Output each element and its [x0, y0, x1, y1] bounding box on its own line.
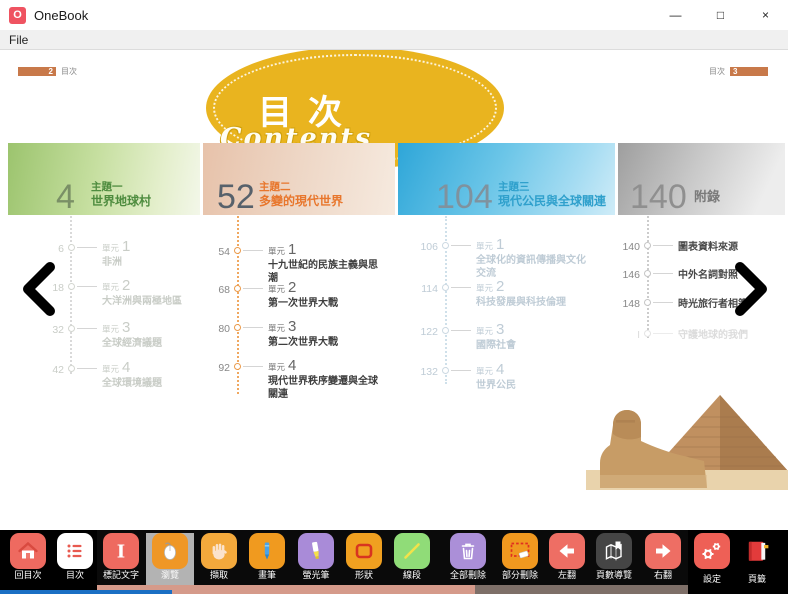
book-icon: [739, 533, 775, 569]
section-banner-appendix[interactable]: 140 附錄: [618, 143, 785, 215]
toc-entry[interactable]: 140圖表資料來源: [610, 238, 788, 254]
tool-page-nav[interactable]: 頁數導覽: [590, 533, 638, 581]
tool-page-tabs[interactable]: 頁籤: [733, 533, 781, 585]
partial-erase-icon: [502, 533, 538, 569]
bullet-circle-icon: [68, 244, 75, 251]
bullet-circle-icon: [442, 284, 449, 291]
tool-mark-text[interactable]: I 標記文字: [97, 533, 145, 581]
tool-line[interactable]: 線段: [388, 533, 436, 581]
section-page-number: 4: [56, 180, 75, 214]
toc-entry[interactable]: 18單元2大洋洲與兩極地區: [40, 279, 214, 308]
tool-clear-partial[interactable]: 部分刪除: [496, 533, 544, 581]
toc-entry[interactable]: 122單元3國際社會: [408, 323, 592, 352]
text-cursor-icon: I: [103, 533, 139, 569]
toc-entry[interactable]: I守護地球的我們: [610, 326, 788, 342]
toc-entry[interactable]: 80單元3第二次世界大戰: [206, 320, 380, 349]
section-title: 多變的現代世界: [259, 194, 343, 210]
tool-flip-left[interactable]: 左翻: [543, 533, 591, 581]
tool-shape[interactable]: 形狀: [340, 533, 388, 581]
bottom-toolbar: 回目次 目次 I 標記文字 瀏覽 擷取 畫筆 螢光筆 形狀: [0, 530, 788, 594]
bullet-circle-icon: [68, 283, 75, 290]
next-page-button[interactable]: [734, 262, 770, 316]
bullet-circle-icon: [442, 367, 449, 374]
sphinx-pyramid-image: [586, 385, 788, 490]
bullet-circle-icon: [644, 270, 651, 277]
section-banner-theme3[interactable]: 104 主題三現代公民與全球關連: [398, 143, 615, 215]
toc-entry[interactable]: 68單元2第一次世界大戰: [206, 281, 380, 310]
bullet-circle-icon: [644, 242, 651, 249]
toc-entry[interactable]: 92單元4現代世界秩序變遷與全球關連: [206, 359, 380, 401]
window-title: OneBook: [34, 8, 88, 23]
tool-pen[interactable]: 畫筆: [243, 533, 291, 581]
section-page-number: 140: [630, 180, 687, 214]
toc-entry[interactable]: 106單元1全球化的資訊傳播與文化交流: [408, 238, 592, 280]
toc-entry[interactable]: 6單元1非洲: [40, 240, 214, 269]
tool-highlighter[interactable]: 螢光筆: [292, 533, 340, 581]
section-theme: 主題二: [259, 181, 343, 195]
taskbar-edge: [0, 590, 172, 594]
close-button[interactable]: ×: [743, 0, 788, 30]
tool-flip-right[interactable]: 右翻: [639, 533, 687, 581]
toc-entry[interactable]: 32單元3全球經濟議題: [40, 321, 214, 350]
bullet-circle-icon: [68, 365, 75, 372]
tool-toc[interactable]: 目次: [51, 533, 99, 581]
gear-icon: [694, 533, 730, 569]
page-corner-left-label: 目次: [61, 66, 77, 77]
toc-entry[interactable]: 132單元4世界公民: [408, 363, 592, 392]
onebook-window: O OneBook — □ × File 目次 Contents 2 目次 目次…: [0, 0, 788, 594]
menu-file[interactable]: File: [0, 33, 37, 47]
page-edge-strip: [475, 585, 688, 594]
section-title: 現代公民與全球關連: [498, 194, 606, 210]
arrow-left-icon: [549, 533, 585, 569]
section-theme: 主題一: [91, 181, 151, 195]
section-title: 世界地球村: [91, 194, 151, 210]
pen-icon: [249, 533, 285, 569]
tool-back-to-toc[interactable]: 回目次: [4, 533, 52, 581]
bullet-circle-icon: [234, 363, 241, 370]
bullet-circle-icon: [234, 324, 241, 331]
arrow-right-icon: [645, 533, 681, 569]
bullet-circle-icon: [644, 299, 651, 306]
page-corner-left: 2 目次: [18, 66, 77, 77]
section-theme: 主題三: [498, 181, 606, 195]
book-page: 目次 Contents 2 目次 目次 3 4 主題一世界地球村 52 主題二多…: [0, 50, 788, 594]
tool-settings[interactable]: 設定: [688, 533, 736, 585]
section-page-number: 104: [436, 180, 493, 214]
menu-bar: File: [0, 30, 788, 50]
hand-icon: [201, 533, 237, 569]
section-banner-theme1[interactable]: 4 主題一世界地球村: [8, 143, 200, 215]
app-logo-icon: O: [9, 7, 26, 24]
title-bar: O OneBook — □ ×: [0, 0, 788, 30]
bullet-circle-icon: [644, 330, 651, 337]
page-number-right: 3: [730, 67, 768, 76]
tool-clear-all[interactable]: 全部刪除: [444, 533, 492, 581]
section-title: 附錄: [694, 189, 720, 206]
highlighter-icon: [298, 533, 334, 569]
bullet-circle-icon: [442, 327, 449, 334]
page-corner-right-label: 目次: [709, 66, 725, 77]
list-icon: [57, 533, 93, 569]
toc-entry[interactable]: 114單元2科技發展與科技倫理: [408, 280, 592, 309]
bullet-circle-icon: [234, 247, 241, 254]
line-icon: [394, 533, 430, 569]
tool-browse[interactable]: 瀏覽: [146, 533, 194, 585]
section-page-number: 52: [217, 180, 255, 214]
maximize-button[interactable]: □: [698, 0, 743, 30]
home-icon: [10, 533, 46, 569]
bullet-circle-icon: [68, 325, 75, 332]
minimize-button[interactable]: —: [653, 0, 698, 30]
page-number-left: 2: [18, 67, 56, 76]
page-corner-right: 目次 3: [709, 66, 768, 77]
previous-page-button[interactable]: [20, 262, 56, 316]
bullet-circle-icon: [442, 242, 449, 249]
mouse-icon: [152, 533, 188, 569]
svg-text:I: I: [117, 542, 125, 563]
tool-grab[interactable]: 擷取: [195, 533, 243, 581]
map-bookmark-icon: [596, 533, 632, 569]
shape-icon: [346, 533, 382, 569]
toc-entry[interactable]: 42單元4全球環境議題: [40, 361, 214, 390]
section-banner-theme2[interactable]: 52 主題二多變的現代世界: [203, 143, 395, 215]
bullet-circle-icon: [234, 285, 241, 292]
trash-icon: [450, 533, 486, 569]
